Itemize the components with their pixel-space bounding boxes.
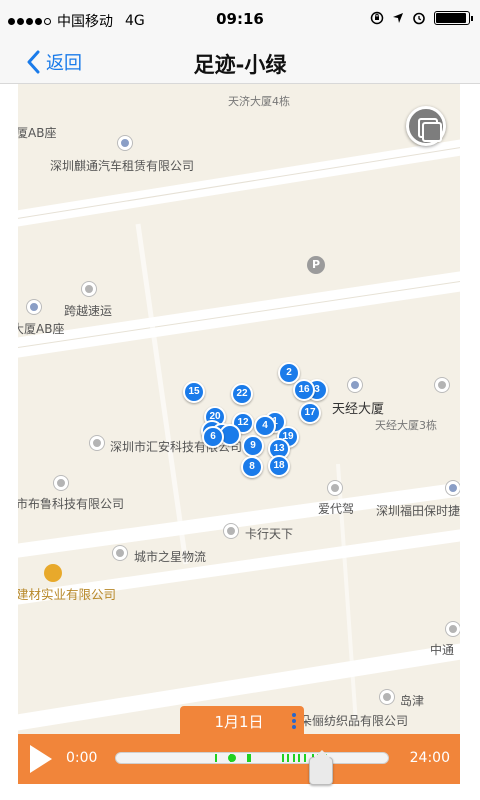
battery-level [436, 13, 467, 23]
poi-label: 爱代驾 [318, 502, 355, 516]
poi-label: 深圳麒通汽车租赁有限公司 [50, 159, 195, 173]
poi-label: 城市之星物流 [134, 550, 207, 564]
screen: 中国移动 4G 09:16 返回 足迹-小绿 天济大厦4栋 厦AB座 深圳麒通汽… [0, 0, 480, 800]
timeline-track[interactable] [115, 752, 389, 764]
poi-marker [118, 136, 132, 150]
poi-marker [446, 481, 460, 495]
poi-label: 天经大厦3栋 [375, 419, 437, 432]
poi-marker [435, 378, 449, 392]
status-bar: 中国移动 4G 09:16 [0, 0, 480, 40]
activity-tick [287, 754, 290, 762]
footprint-marker[interactable]: 6 [202, 426, 224, 448]
timeline-start-label: 0:00 [66, 750, 98, 766]
poi-label: 厦AB座 [18, 126, 57, 140]
poi-label: 市布鲁科技有限公司 [18, 497, 125, 511]
poi-label: 跨越速运 [64, 304, 113, 318]
status-right [370, 11, 473, 25]
play-button[interactable] [30, 745, 52, 773]
alarm-icon [413, 12, 425, 25]
road-network [18, 139, 460, 731]
poi-label: 建材实业有限公司 [18, 587, 117, 602]
timeline-player: 0:00 24:00 [18, 734, 460, 784]
poi-label: 卡行天下 [245, 527, 294, 541]
location-arrow-icon [393, 13, 403, 23]
page-title: 足迹-小绿 [193, 53, 287, 77]
poi-marker [446, 622, 460, 636]
poi-marker [348, 378, 362, 392]
poi-label: 天济大厦4栋 [228, 95, 290, 108]
activity-tick [281, 754, 284, 762]
timeline-end-label: 24:00 [409, 750, 450, 766]
footprint-marker[interactable]: 9 [242, 435, 264, 457]
poi-label: 朵俪纺织品有限公司 [300, 714, 409, 728]
date-label: 1月1日 [214, 713, 264, 731]
poi-marker [54, 476, 68, 490]
footprint-marker[interactable]: 4 [254, 415, 276, 437]
poi-label: 中通 [430, 643, 455, 657]
footprint-marker[interactable]: 18 [268, 455, 290, 477]
poi-marker [27, 300, 41, 314]
footprint-marker[interactable]: 22 [231, 383, 253, 405]
poi-label: 岛津 [400, 694, 425, 708]
timeline-playhead-handle[interactable] [308, 750, 333, 785]
activity-tick [292, 754, 295, 762]
poi-marker [380, 690, 394, 704]
poi-label: 深圳福田保时捷 [376, 504, 460, 518]
more-options-icon[interactable] [292, 713, 296, 729]
poi-marker [90, 436, 104, 450]
date-selector-tab[interactable]: 1月1日 [180, 706, 304, 736]
activity-tick [249, 754, 252, 762]
poi-label: 天经大厦 [332, 402, 385, 417]
footprint-marker[interactable]: 8 [241, 456, 263, 478]
navigation-bar: 返回 足迹-小绿 [0, 40, 480, 84]
battery-icon [434, 11, 473, 25]
poi-marker [82, 282, 96, 296]
footprint-marker[interactable]: 15 [183, 381, 205, 403]
shop-icon [44, 564, 62, 582]
footprint-marker[interactable]: 16 [293, 379, 315, 401]
poi-marker [113, 546, 127, 560]
poi-marker [328, 481, 342, 495]
footprint-marker[interactable]: 17 [299, 402, 321, 424]
map-view[interactable]: 天济大厦4栋 厦AB座 深圳麒通汽车租赁有限公司 P 跨越速运 大厦AB座 天经… [18, 84, 460, 736]
activity-tick [298, 754, 301, 762]
rotation-lock-icon [370, 11, 384, 25]
activity-dot [227, 754, 236, 762]
poi-label: 大厦AB座 [18, 322, 65, 336]
map-layer-toggle-button[interactable] [406, 106, 446, 146]
activity-tick [246, 754, 249, 762]
parking-icon: P [307, 256, 325, 274]
activity-tick [303, 754, 306, 762]
poi-marker [224, 524, 238, 538]
activity-tick [215, 754, 218, 762]
